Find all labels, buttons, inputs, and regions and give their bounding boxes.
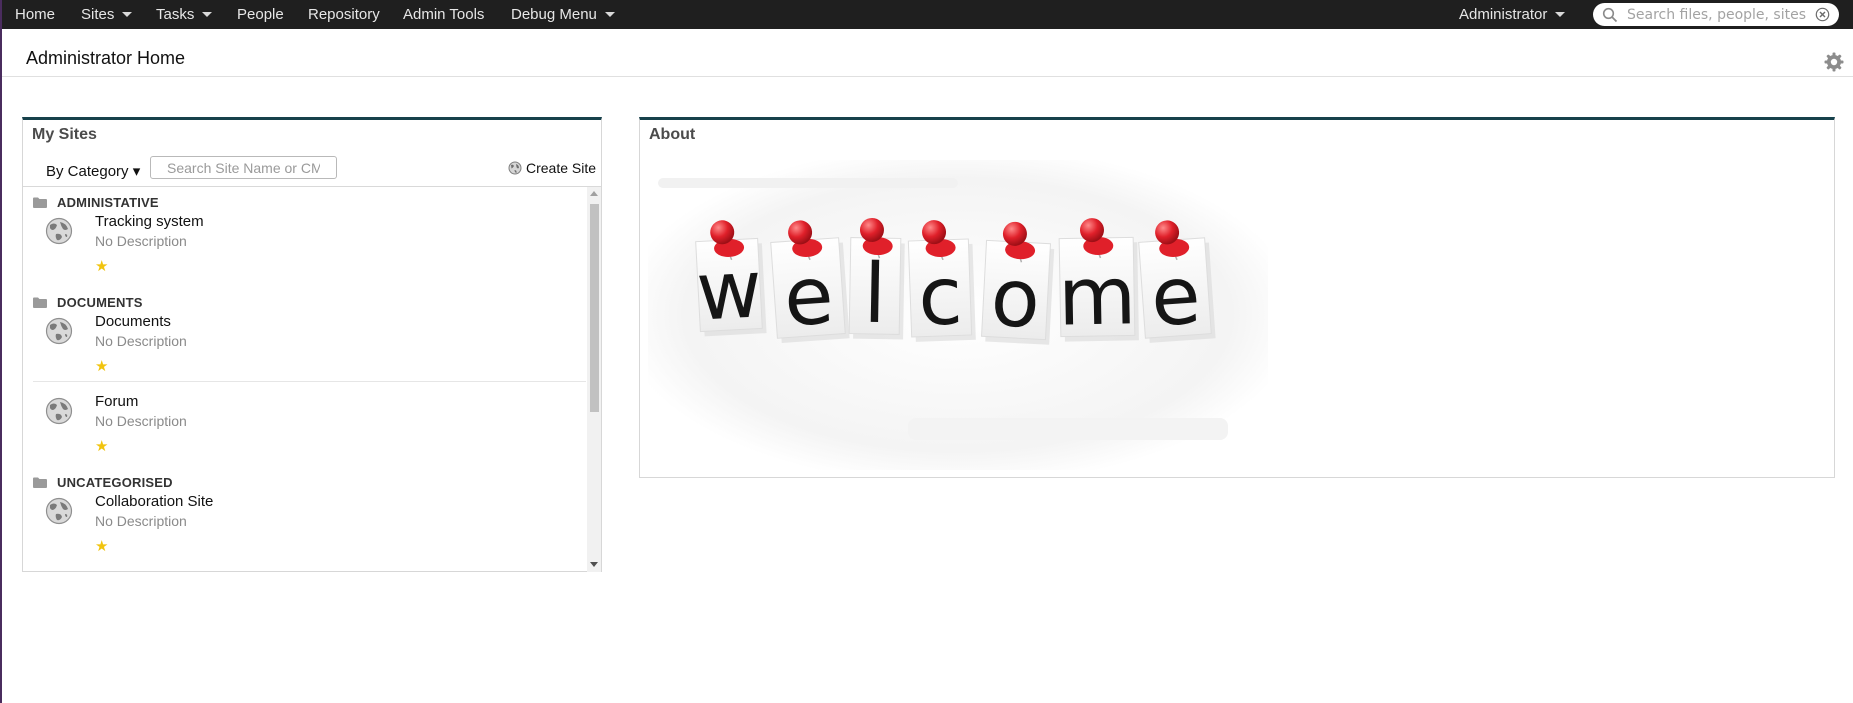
site-name-link[interactable]: Forum: [95, 393, 138, 410]
user-menu[interactable]: Administrator: [1459, 0, 1566, 29]
favorite-star-icon[interactable]: ★: [95, 437, 108, 455]
welcome-image: welcome: [648, 160, 1268, 470]
globe-icon: [508, 161, 522, 175]
site-name-link[interactable]: Documents: [95, 313, 171, 330]
globe-icon: [45, 317, 73, 345]
top-navigation-bar: Home Sites Tasks People Repository Admin…: [2, 0, 1853, 29]
page-title: Administrator Home: [26, 48, 186, 68]
user-menu-label: Administrator: [1459, 6, 1548, 23]
global-search-input[interactable]: [1627, 5, 1807, 24]
nav-repository[interactable]: Repository: [308, 0, 380, 29]
welcome-letter: c: [917, 249, 964, 343]
category-header: UNCATEGORISED: [33, 475, 173, 490]
globe-icon: [45, 217, 73, 245]
chevron-down-icon: [202, 11, 213, 17]
nav-repository-label: Repository: [308, 6, 380, 23]
favorite-star-icon[interactable]: ★: [95, 357, 108, 375]
site-description: No Description: [95, 233, 187, 249]
window-edge: [0, 0, 2, 703]
welcome-letter: l: [863, 247, 887, 342]
category-header: DOCUMENTS: [33, 295, 143, 310]
nav-people[interactable]: People: [237, 0, 284, 29]
welcome-letter: o: [989, 251, 1043, 346]
category-name: DOCUMENTS: [57, 295, 143, 310]
create-site-label: Create Site: [526, 160, 597, 176]
scrollbar-thumb[interactable]: [590, 204, 599, 412]
site-description: No Description: [95, 513, 187, 529]
folder-icon: [33, 477, 47, 488]
site-description: No Description: [95, 413, 187, 429]
site-name-link[interactable]: Collaboration Site: [95, 493, 213, 510]
nav-debug-menu-label: Debug Menu: [511, 6, 597, 23]
scroll-down-arrow-icon[interactable]: [590, 562, 598, 567]
nav-admin-tools[interactable]: Admin Tools: [403, 0, 484, 29]
site-description: No Description: [95, 333, 187, 349]
welcome-letter: e: [781, 248, 837, 344]
nav-debug-menu[interactable]: Debug Menu: [511, 0, 615, 29]
nav-admin-tools-label: Admin Tools: [403, 6, 485, 23]
gear-icon[interactable]: [1824, 52, 1844, 72]
nav-sites-label: Sites: [81, 6, 115, 23]
search-icon: [1602, 7, 1618, 23]
nav-home[interactable]: Home: [15, 0, 55, 29]
title-divider: [2, 76, 1853, 77]
row-divider: [33, 381, 586, 382]
site-name-link[interactable]: Tracking system: [95, 213, 204, 230]
about-dashlet: About welcome: [639, 117, 1835, 478]
category-name: ADMINISTATIVE: [57, 195, 159, 210]
nav-home-label: Home: [15, 6, 56, 23]
chevron-down-icon: [1555, 11, 1566, 17]
folder-icon: [33, 297, 47, 308]
favorite-star-icon[interactable]: ★: [95, 257, 108, 275]
clear-icon[interactable]: [1815, 7, 1830, 22]
my-sites-title: My Sites: [32, 126, 97, 143]
nav-tasks[interactable]: Tasks: [156, 0, 213, 29]
about-title: About: [649, 126, 696, 143]
globe-icon: [45, 397, 73, 425]
folder-icon: [33, 197, 47, 208]
globe-icon: [45, 497, 73, 525]
site-search-input[interactable]: [150, 156, 337, 179]
my-sites-dashlet: My Sites By Category ▾ Create Site ADMIN…: [22, 117, 602, 572]
category-name: UNCATEGORISED: [57, 475, 173, 490]
scroll-up-arrow-icon[interactable]: [590, 191, 598, 196]
nav-people-label: People: [237, 6, 284, 23]
nav-tasks-label: Tasks: [156, 6, 195, 23]
site-list-scrollbar[interactable]: [587, 187, 601, 572]
favorite-star-icon[interactable]: ★: [95, 537, 108, 555]
chevron-down-icon: [604, 11, 615, 17]
category-filter-button[interactable]: By Category ▾: [46, 162, 140, 180]
site-list: ADMINISTATIVE Tracking system No Descrip…: [23, 187, 587, 572]
welcome-letter: m: [1057, 249, 1137, 343]
nav-sites[interactable]: Sites: [81, 0, 133, 29]
global-search: [1593, 3, 1839, 26]
category-header: ADMINISTATIVE: [33, 195, 159, 210]
create-site-button[interactable]: Create Site: [508, 160, 596, 176]
welcome-letter: e: [1148, 248, 1204, 344]
chevron-down-icon: [122, 11, 133, 17]
